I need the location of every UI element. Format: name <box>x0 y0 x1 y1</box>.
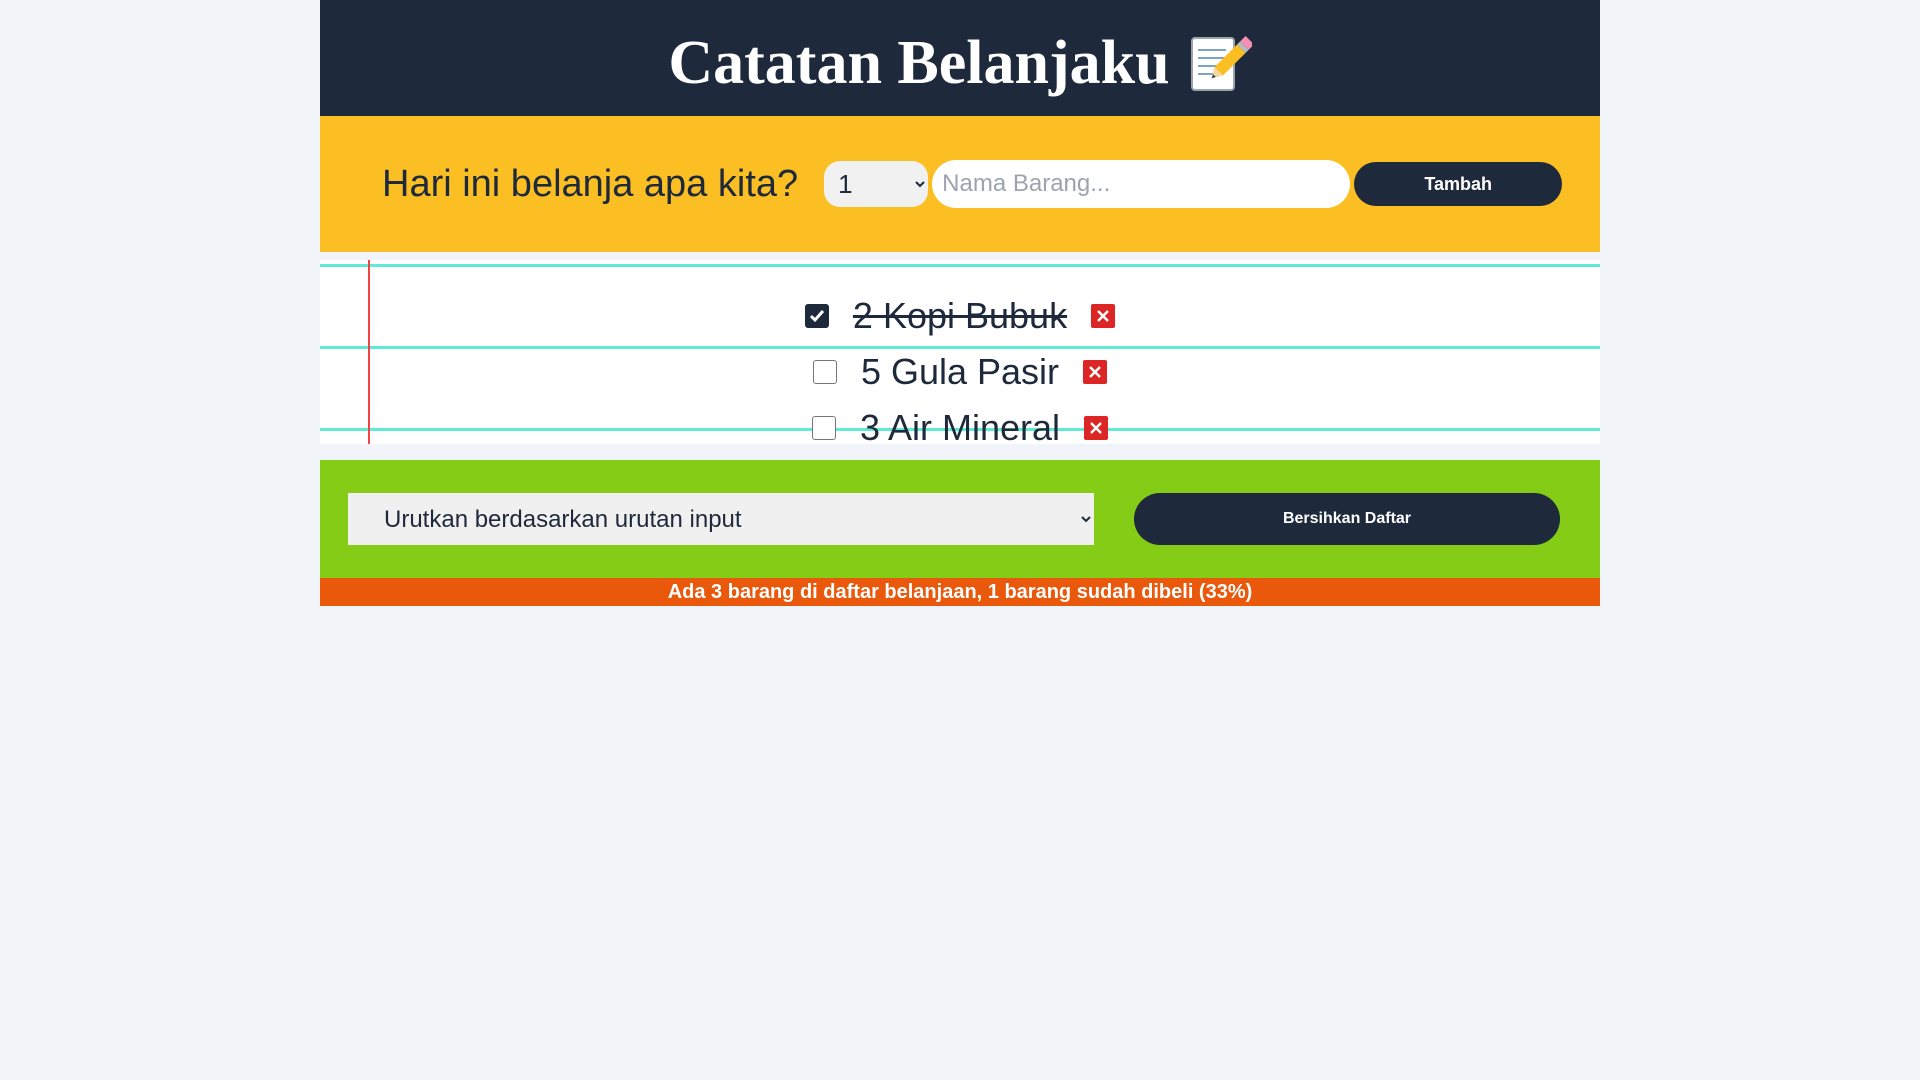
item-checkbox[interactable] <box>812 360 837 384</box>
item-text: 2 Kopi Bubuk <box>852 295 1068 336</box>
list-item: 2 Kopi Bubuk <box>320 288 1600 344</box>
close-icon <box>1097 310 1109 322</box>
stats-text: Ada 3 barang di daftar belanjaan, 1 bara… <box>667 580 1253 603</box>
item-text: 5 Gula Pasir <box>860 351 1060 392</box>
app-header: Catatan Belanjaku <box>320 0 1600 116</box>
page-title: Catatan Belanjaku <box>668 29 1254 97</box>
delete-item-button[interactable] <box>1083 360 1108 384</box>
shopping-list-area: 2 Kopi Bubuk 5 Gula Pasir 3 Air Mineral <box>320 260 1600 444</box>
list-item: 3 Air Mineral <box>320 400 1600 444</box>
stats-bar: Ada 3 barang di daftar belanjaan, 1 bara… <box>320 578 1600 606</box>
add-item-form: Hari ini belanja apa kita? 1 Tambah <box>320 116 1600 252</box>
item-checkbox[interactable] <box>811 416 836 440</box>
item-checkbox[interactable] <box>804 304 829 328</box>
shopping-list: 2 Kopi Bubuk 5 Gula Pasir 3 Air Mineral <box>320 260 1600 444</box>
checkmark-icon <box>809 310 825 323</box>
sort-select[interactable]: Urutkan berdasarkan urutan input <box>348 493 1094 545</box>
list-item: 5 Gula Pasir <box>320 344 1600 400</box>
delete-item-button[interactable] <box>1091 304 1116 328</box>
notebook-margin-line <box>368 260 370 444</box>
clear-list-button[interactable]: Bersihkan Daftar <box>1134 493 1560 545</box>
memo-pencil-icon <box>1186 30 1254 96</box>
item-text: 3 Air Mineral <box>859 407 1061 444</box>
close-icon <box>1090 422 1102 434</box>
form-question: Hari ini belanja apa kita? <box>382 162 799 205</box>
page-title-text: Catatan Belanjaku <box>668 29 1170 97</box>
add-button[interactable]: Tambah <box>1354 162 1563 206</box>
shopping-list-app: Catatan Belanjaku Hari ini belanja apa k… <box>320 0 1600 606</box>
item-name-input[interactable] <box>932 160 1351 208</box>
quantity-select[interactable]: 1 <box>824 161 929 207</box>
delete-item-button[interactable] <box>1084 416 1109 440</box>
list-controls: Urutkan berdasarkan urutan input Bersihk… <box>320 460 1600 578</box>
close-icon <box>1089 366 1101 378</box>
